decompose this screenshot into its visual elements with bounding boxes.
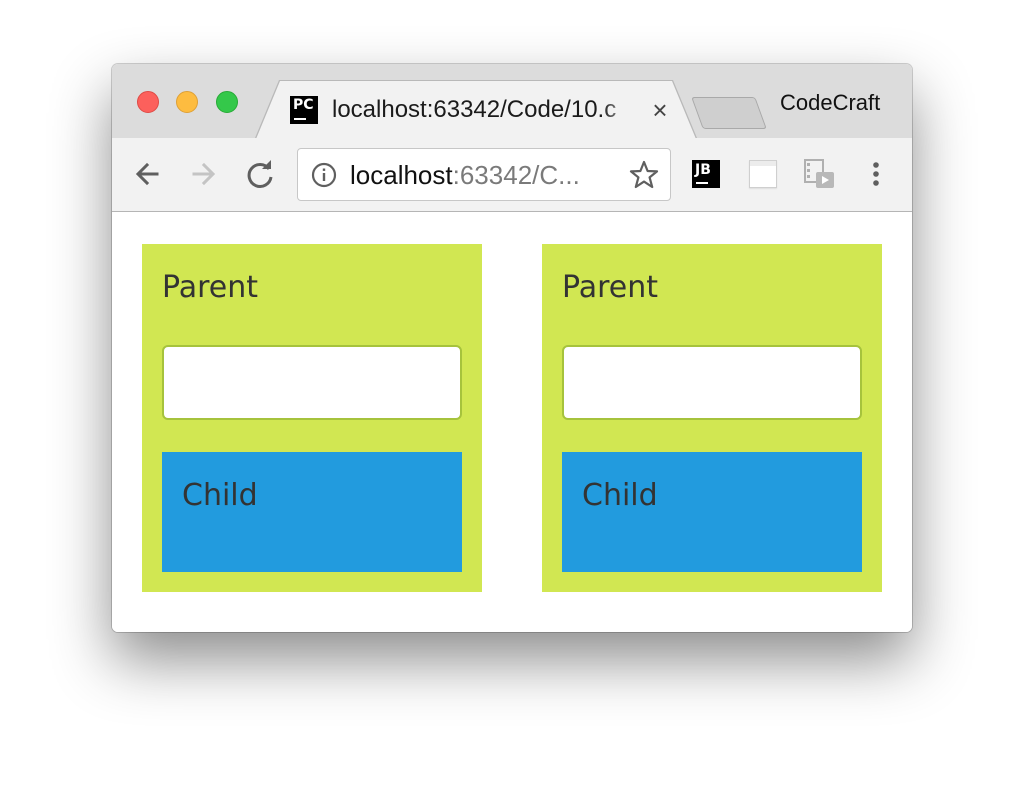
forward-arrow-icon[interactable] <box>185 156 221 192</box>
page-icon[interactable] <box>749 160 777 188</box>
tab-title: localhost:63342/Code/10.c <box>332 96 617 123</box>
pycharm-favicon-icon: PC <box>290 96 318 124</box>
jetbrains-text: JB <box>695 162 711 178</box>
child-label: Child <box>582 478 658 513</box>
parent-box: Parent Child <box>142 244 482 592</box>
browser-toolbar: localhost:63342/C... JB <box>112 138 912 212</box>
parent-label: Parent <box>562 270 659 305</box>
page-content: Parent Child Parent Child <box>112 212 912 632</box>
child-box: Child <box>162 452 462 572</box>
new-tab-button[interactable] <box>691 97 767 129</box>
reload-icon[interactable] <box>242 156 278 192</box>
parent-text-input[interactable] <box>562 345 862 420</box>
zoom-window-button[interactable] <box>216 91 238 113</box>
tab-title-fade <box>602 92 642 128</box>
address-bar[interactable]: localhost:63342/C... <box>297 148 671 201</box>
parent-text-input[interactable] <box>162 345 462 420</box>
info-icon[interactable] <box>311 162 337 188</box>
tab-strip: PC localhost:63342/Code/10.c × CodeCraft <box>112 64 912 139</box>
star-icon[interactable] <box>628 159 660 191</box>
close-window-button[interactable] <box>137 91 159 113</box>
url-path: :63342/C... <box>452 160 580 190</box>
favicon-text: PC <box>293 97 314 113</box>
browser-window: PC localhost:63342/Code/10.c × CodeCraft <box>112 64 912 632</box>
child-label: Child <box>182 478 258 513</box>
more-vert-icon[interactable] <box>862 158 890 190</box>
tab-close-icon[interactable]: × <box>648 94 672 126</box>
parent-label: Parent <box>162 270 259 305</box>
minimize-window-button[interactable] <box>176 91 198 113</box>
profile-name[interactable]: CodeCraft <box>780 88 880 118</box>
url-host: localhost <box>350 160 453 190</box>
url-text: localhost:63342/C... <box>350 159 618 191</box>
parent-box: Parent Child <box>542 244 882 592</box>
media-icon[interactable] <box>802 158 834 190</box>
child-box: Child <box>562 452 862 572</box>
jetbrains-icon[interactable]: JB <box>692 160 720 188</box>
back-arrow-icon[interactable] <box>130 156 166 192</box>
